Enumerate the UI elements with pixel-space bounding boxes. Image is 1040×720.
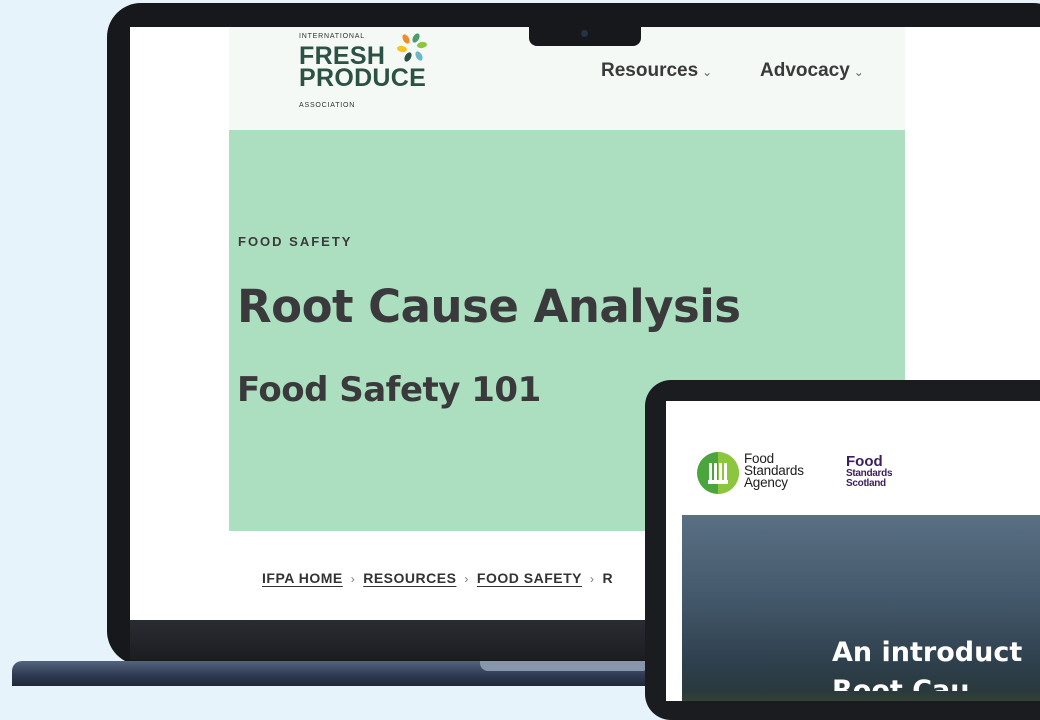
chevron-down-icon: ⌄ xyxy=(853,65,864,79)
fss-logo-line3: Scotland xyxy=(846,478,886,489)
chevron-right-icon: › xyxy=(589,572,595,586)
nav-advocacy[interactable]: Advocacy ⌄ xyxy=(760,60,864,82)
fsa-logo-text: Food Standards Agency xyxy=(744,452,804,490)
hero-eyebrow: FOOD SAFETY xyxy=(238,234,353,249)
nav-resources[interactable]: Resources ⌄ xyxy=(601,60,712,82)
fsa-logo-line: Agency xyxy=(744,475,788,490)
tablet-screen: Food Standards Agency Food Standards Sco… xyxy=(666,401,1040,701)
ifpa-logo[interactable]: INTERNATIONAL FRESH PRODUCE ASSOCIATION xyxy=(299,30,489,118)
laptop-base-groove xyxy=(480,661,650,671)
laptop-notch xyxy=(529,24,641,46)
fork-circle-logo-icon xyxy=(697,452,739,494)
fss-logo-line1: Food xyxy=(846,453,883,470)
page-title: Root Cause Analysis xyxy=(237,280,741,333)
camera-icon xyxy=(581,30,588,37)
page-subtitle: Food Safety 101 xyxy=(237,370,541,410)
chevron-right-icon: › xyxy=(464,572,469,586)
logo-line-produce: PRODUCE xyxy=(299,64,427,92)
chevron-down-icon: ⌄ xyxy=(702,65,713,79)
logo-line-international: INTERNATIONAL xyxy=(299,33,365,40)
grass-decoration xyxy=(682,691,1040,701)
breadcrumb-current: R xyxy=(602,570,614,586)
breadcrumb-food-safety[interactable]: FOOD SAFETY xyxy=(477,570,582,586)
breadcrumb-ifpa-home[interactable]: IFPA HOME xyxy=(262,570,343,586)
logo-line-association: ASSOCIATION xyxy=(299,102,356,109)
tablet-hero-heading: An introduct xyxy=(832,637,1023,668)
petal-burst-logo-icon xyxy=(397,33,427,62)
tablet-hero-image: An introduct Root Cau xyxy=(682,515,1040,701)
breadcrumb: IFPA HOME › RESOURCES › FOOD SAFETY › R xyxy=(262,570,613,586)
nav-advocacy-label: Advocacy xyxy=(760,60,850,81)
chevron-right-icon: › xyxy=(350,572,356,586)
nav-resources-label: Resources xyxy=(601,60,699,81)
tablet-hero-heading-line2: Root Cau xyxy=(832,675,970,691)
fss-logo: Food Standards Scotland xyxy=(846,453,893,489)
breadcrumb-resources[interactable]: RESOURCES xyxy=(363,570,456,586)
